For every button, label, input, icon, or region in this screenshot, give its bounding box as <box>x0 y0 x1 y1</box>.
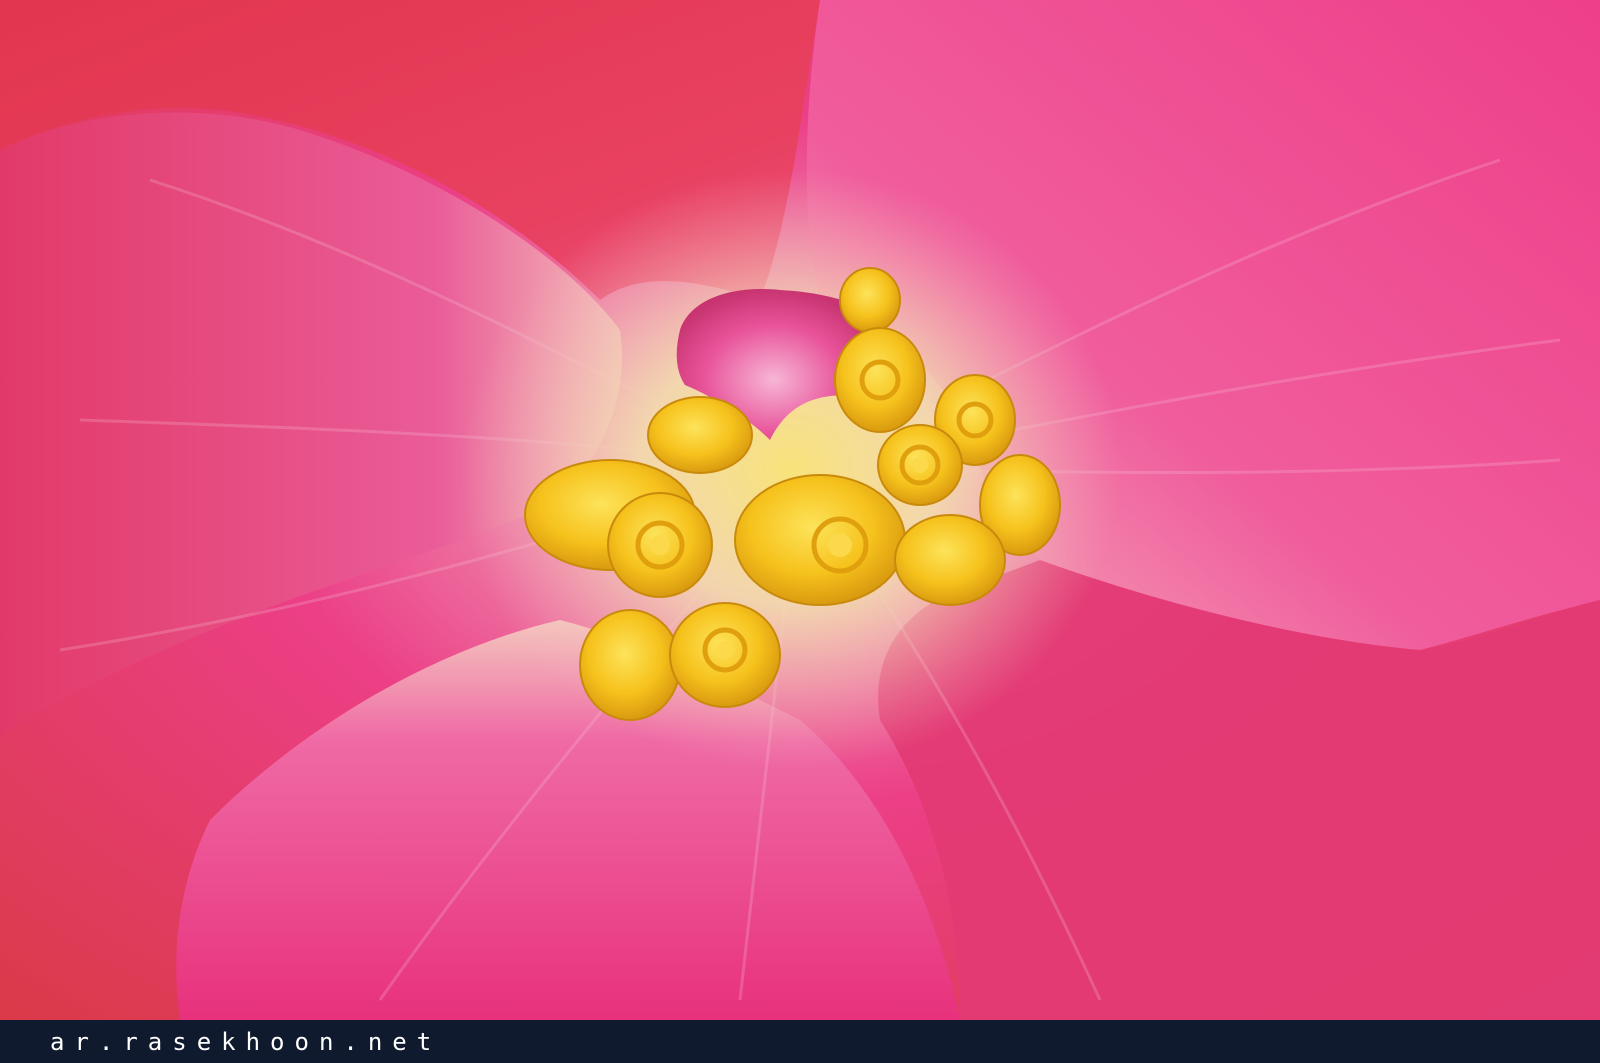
watermark-text: ar.rasekhoon.net <box>50 1027 442 1056</box>
photo-frame: ar.rasekhoon.net <box>0 0 1600 1063</box>
flower-photo <box>0 0 1600 1020</box>
watermark-bar: ar.rasekhoon.net <box>0 1020 1600 1063</box>
